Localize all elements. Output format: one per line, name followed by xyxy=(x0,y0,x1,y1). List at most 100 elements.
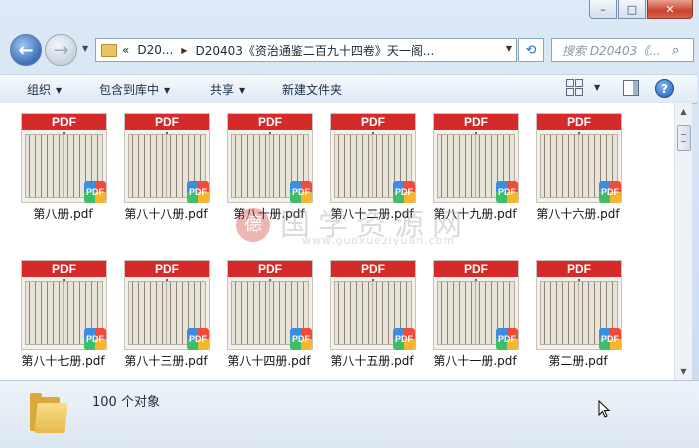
file-item[interactable]: PDF PDF 第二册.pdf xyxy=(527,250,629,368)
pdf-app-icon: PDF xyxy=(187,181,209,203)
forward-button[interactable]: → xyxy=(45,34,77,66)
breadcrumb-parent[interactable]: D20... xyxy=(137,43,173,57)
pdf-banner: PDF xyxy=(228,114,312,130)
pdf-banner: PDF xyxy=(228,261,312,277)
pdf-app-icon: PDF xyxy=(496,181,518,203)
search-box[interactable]: 搜索 D20403《... ⌕ xyxy=(551,38,694,62)
pdf-banner: PDF xyxy=(537,114,621,130)
file-list-view[interactable]: PDF PDF 第八册.pdf PDF PDF 第八十八册.pdf PDF PDF 第八十册.p… xyxy=(0,103,674,380)
file-item[interactable]: PDF PDF 第八十册.pdf xyxy=(218,103,320,221)
navigation-bar: ← → ▼ « D20... ▶ D20403《资治通鉴二百九十四卷》天一阁..… xyxy=(0,30,699,70)
file-item[interactable]: PDF PDF 第八十九册.pdf xyxy=(424,103,526,221)
mouse-cursor-icon xyxy=(598,400,611,418)
pdf-app-icon: PDF xyxy=(599,328,621,350)
file-name: 第八十一册.pdf xyxy=(433,354,517,368)
breadcrumb-current[interactable]: D20403《资治通鉴二百九十四卷》天一阁... xyxy=(195,42,434,59)
explorer-window: – □ ✕ ← → ▼ « D20... ▶ D20403《资治通鉴二百九十四卷… xyxy=(0,0,699,448)
file-item[interactable]: PDF PDF 第八册.pdf xyxy=(12,103,114,221)
pdf-app-icon: PDF xyxy=(393,181,415,203)
item-count: 100 个对象 xyxy=(92,395,160,410)
file-item[interactable]: PDF PDF 第八十五册.pdf xyxy=(321,250,423,368)
file-name: 第二册.pdf xyxy=(548,354,608,368)
breadcrumb-overflow[interactable]: « xyxy=(122,43,129,57)
status-bar: 100 个对象 xyxy=(0,380,699,448)
pdf-banner: PDF xyxy=(331,261,415,277)
pdf-app-icon: PDF xyxy=(84,328,106,350)
minimize-button[interactable]: – xyxy=(589,0,617,19)
scan-page xyxy=(128,134,168,198)
file-name: 第八十七册.pdf xyxy=(21,354,105,368)
preview-pane-icon[interactable] xyxy=(623,80,639,96)
pdf-app-icon: PDF xyxy=(187,328,209,350)
view-options-dropdown-icon[interactable]: ▼ xyxy=(594,83,600,92)
command-toolbar: 组织 ▼ 包含到库中 ▼ 共享 ▼ 新建文件夹 ▼ ? xyxy=(0,74,697,104)
recent-pages-dropdown-icon[interactable]: ▼ xyxy=(82,44,88,53)
scan-page xyxy=(540,134,580,198)
file-item[interactable]: PDF PDF 第八十二册.pdf xyxy=(321,103,423,221)
file-item[interactable]: PDF PDF 第八十四册.pdf xyxy=(218,250,320,368)
share-label: 共享 xyxy=(210,83,235,97)
chevron-down-icon: ▼ xyxy=(56,86,63,95)
organize-menu[interactable]: 组织 ▼ xyxy=(27,81,62,98)
share-menu[interactable]: 共享 ▼ xyxy=(210,81,245,98)
pdf-banner: PDF xyxy=(22,114,106,130)
folder-icon xyxy=(28,391,68,433)
change-view-icon[interactable] xyxy=(566,79,586,97)
pdf-banner: PDF xyxy=(434,261,518,277)
vertical-scrollbar[interactable]: ▲ ▼ xyxy=(674,103,692,380)
file-name: 第八十六册.pdf xyxy=(536,207,620,221)
close-button[interactable]: ✕ xyxy=(647,0,693,19)
file-name: 第八十九册.pdf xyxy=(433,207,517,221)
file-item[interactable]: PDF PDF 第八十一册.pdf xyxy=(424,250,526,368)
scan-page xyxy=(334,281,374,345)
include-in-library-label: 包含到库中 xyxy=(99,83,160,97)
file-name: 第八十四册.pdf xyxy=(227,354,311,368)
scan-page xyxy=(231,281,271,345)
scan-page xyxy=(231,134,271,198)
scan-page xyxy=(540,281,580,345)
scan-page xyxy=(437,134,477,198)
pdf-banner: PDF xyxy=(434,114,518,130)
scan-page xyxy=(25,134,65,198)
file-item[interactable]: PDF PDF 第八十六册.pdf xyxy=(527,103,629,221)
file-name: 第八册.pdf xyxy=(33,207,93,221)
search-input[interactable]: 搜索 D20403《... xyxy=(562,42,670,59)
back-button[interactable]: ← xyxy=(10,34,42,66)
address-bar[interactable]: « D20... ▶ D20403《资治通鉴二百九十四卷》天一阁... ▼ xyxy=(95,38,517,62)
scroll-down-icon[interactable]: ▼ xyxy=(675,363,692,380)
pdf-banner: PDF xyxy=(22,261,106,277)
search-icon[interactable]: ⌕ xyxy=(672,43,679,58)
new-folder-button[interactable]: 新建文件夹 xyxy=(282,81,342,98)
pdf-app-icon: PDF xyxy=(393,328,415,350)
file-item[interactable]: PDF PDF 第八十三册.pdf xyxy=(115,250,217,368)
scan-page xyxy=(25,281,65,345)
organize-label: 组织 xyxy=(27,83,52,97)
folder-icon xyxy=(101,43,117,57)
pdf-app-icon: PDF xyxy=(290,328,312,350)
pdf-banner: PDF xyxy=(331,114,415,130)
pdf-app-icon: PDF xyxy=(84,181,106,203)
caption-buttons: – □ ✕ xyxy=(589,0,693,19)
file-name: 第八十三册.pdf xyxy=(124,354,208,368)
file-item[interactable]: PDF PDF 第八十八册.pdf xyxy=(115,103,217,221)
scan-page xyxy=(334,134,374,198)
scan-page xyxy=(128,281,168,345)
file-name: 第八十册.pdf xyxy=(233,207,305,221)
address-dropdown-icon[interactable]: ▼ xyxy=(506,44,512,53)
scroll-thumb[interactable] xyxy=(677,125,691,151)
file-item[interactable]: PDF PDF 第八十七册.pdf xyxy=(12,250,114,368)
refresh-button[interactable]: ⟲ xyxy=(518,38,544,62)
breadcrumb-chevron-icon[interactable]: ▶ xyxy=(181,46,187,55)
chevron-down-icon: ▼ xyxy=(239,86,246,95)
scroll-up-icon[interactable]: ▲ xyxy=(675,103,692,120)
pdf-app-icon: PDF xyxy=(496,328,518,350)
help-icon[interactable]: ? xyxy=(655,79,674,98)
pdf-app-icon: PDF xyxy=(290,181,312,203)
maximize-button[interactable]: □ xyxy=(618,0,646,19)
scan-page xyxy=(437,281,477,345)
include-in-library-menu[interactable]: 包含到库中 ▼ xyxy=(99,81,170,98)
pdf-app-icon: PDF xyxy=(599,181,621,203)
pdf-banner: PDF xyxy=(125,261,209,277)
file-name: 第八十五册.pdf xyxy=(330,354,414,368)
pdf-banner: PDF xyxy=(125,114,209,130)
